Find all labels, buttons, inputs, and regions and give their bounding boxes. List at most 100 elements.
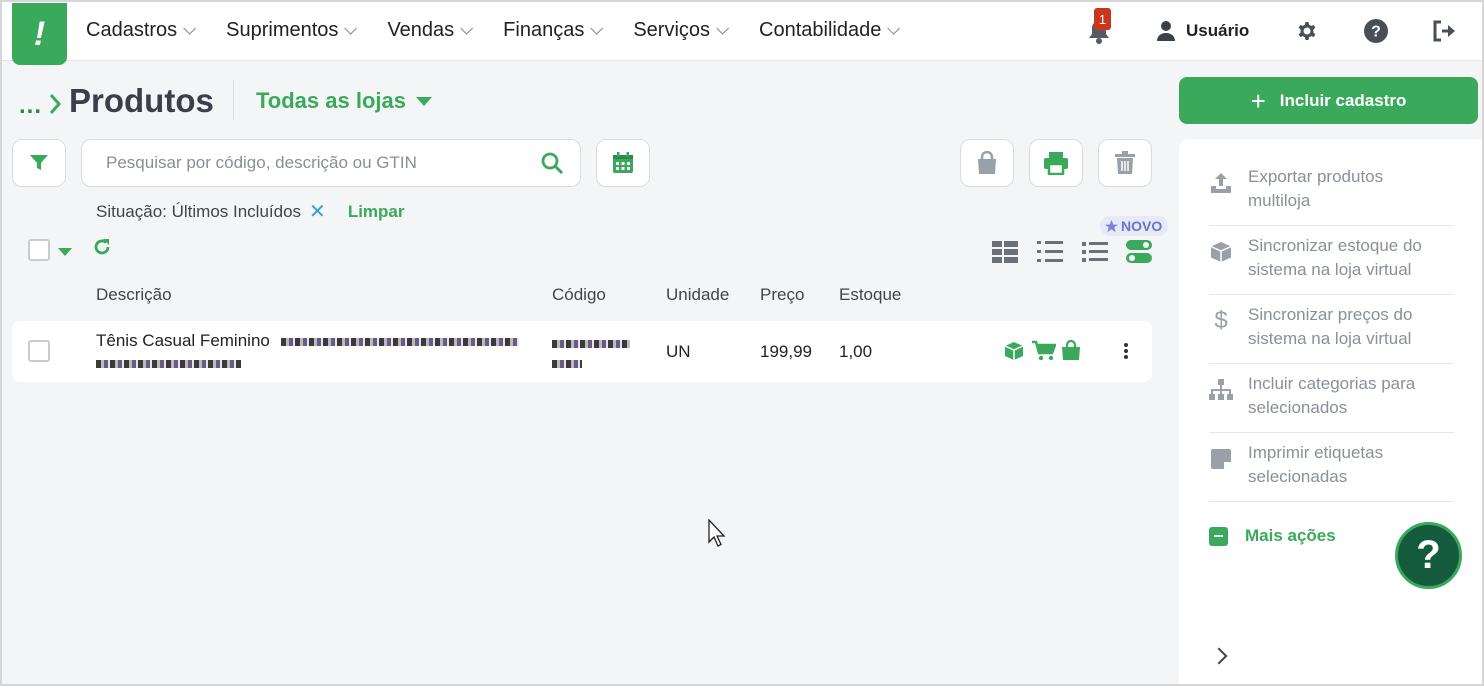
box-icon[interactable] (1004, 341, 1024, 361)
actions-panel: Exportar produtos multiloja Sincronizar … (1179, 139, 1484, 686)
action-export-multistore[interactable]: Exportar produtos multiloja (1209, 157, 1453, 226)
search-input[interactable] (106, 153, 526, 173)
caret-down-icon[interactable] (57, 247, 73, 257)
chevron-down-icon (344, 22, 358, 35)
star-icon (1105, 219, 1118, 232)
remove-filter-icon[interactable]: ✕ (309, 199, 326, 224)
nav-cadastros[interactable]: Cadastros (86, 19, 197, 42)
filter-icon (30, 155, 48, 170)
product-unit: UN (666, 342, 691, 361)
active-filter-label: Situação: Últimos Incluídos (96, 201, 302, 221)
product-description[interactable]: Tênis Casual Feminino (96, 330, 536, 374)
column-header-unit[interactable]: Unidade (666, 285, 729, 305)
nav-label: Cadastros (86, 19, 178, 41)
calendar-icon (613, 152, 633, 173)
redacted-text (552, 359, 582, 368)
product-price: 199,99 (760, 342, 812, 361)
breadcrumb-chevron-icon (49, 94, 62, 114)
action-label: Incluir categorias para selecionados (1248, 374, 1416, 417)
nav-label: Vendas (387, 19, 455, 41)
breadcrumb[interactable]: ... (19, 92, 42, 120)
nav-vendas[interactable]: Vendas (387, 19, 474, 42)
nav-label: Finanças (503, 19, 585, 41)
nav-servicos[interactable]: Serviços (633, 19, 730, 42)
sign-out-icon (1433, 20, 1455, 42)
shopping-cart-icon[interactable] (1032, 340, 1056, 362)
gear-icon (1298, 22, 1316, 40)
nav-suprimentos[interactable]: Suprimentos (226, 19, 358, 42)
add-record-button[interactable]: + Incluir cadastro (1179, 77, 1478, 124)
toggle-view-icon[interactable] (1126, 239, 1152, 265)
user-menu[interactable]: Usuário (1156, 18, 1249, 44)
column-header-stock[interactable]: Estoque (839, 285, 901, 305)
help-chat-button[interactable]: ? (1395, 522, 1462, 589)
print-button[interactable] (1029, 139, 1083, 187)
page-title: Produtos (69, 82, 214, 119)
shopping-bag-icon (978, 151, 996, 174)
dollar-icon: $ (1214, 307, 1228, 334)
breadcrumb-label[interactable]: ... (19, 92, 42, 119)
upload-icon (1209, 171, 1233, 195)
compact-list-view-icon[interactable] (1082, 241, 1108, 263)
action-sync-stock[interactable]: Sincronizar estoque do sistema na loja v… (1209, 226, 1453, 295)
shopping-bag-button[interactable] (960, 139, 1014, 187)
action-label: Exportar produtos multiloja (1248, 167, 1384, 210)
divider (233, 80, 234, 120)
list-view-icon[interactable] (1037, 241, 1063, 263)
more-actions-toggle[interactable]: Mais ações (1209, 526, 1336, 546)
chevron-down-icon (183, 22, 197, 35)
column-header-price[interactable]: Preço (760, 285, 804, 305)
store-selector-label: Todas as lojas (256, 88, 406, 113)
nav-contabilidade[interactable]: Contabilidade (759, 19, 901, 42)
add-record-label: Incluir cadastro (1279, 90, 1407, 110)
more-vertical-icon[interactable] (1123, 342, 1129, 360)
filter-button[interactable] (12, 139, 66, 187)
column-header-code[interactable]: Código (552, 285, 606, 305)
help-button[interactable]: ? (1363, 18, 1389, 44)
action-print-labels[interactable]: Imprimir etiquetas selecionadas (1209, 433, 1453, 502)
product-code (552, 333, 632, 373)
nav-label: Contabilidade (759, 19, 882, 41)
product-name: Tênis Casual Feminino (96, 331, 270, 350)
print-icon (1044, 152, 1068, 175)
top-navbar: ! Cadastros Suprimentos Vendas Finanças … (0, 0, 1484, 65)
shopping-bag-icon[interactable] (1061, 340, 1081, 361)
more-actions-label: Mais ações (1245, 526, 1336, 545)
app-logo[interactable]: ! (12, 3, 67, 65)
nav-financas[interactable]: Finanças (503, 19, 604, 42)
delete-button[interactable] (1098, 139, 1152, 187)
caret-down-icon (415, 96, 432, 106)
sticky-note-icon (1209, 447, 1233, 471)
row-checkbox[interactable] (28, 340, 50, 362)
settings-button[interactable] (1294, 18, 1320, 44)
product-stock: 1,00 (839, 342, 873, 361)
svg-text:?: ? (1371, 24, 1381, 41)
action-sync-prices[interactable]: $ Sincronizar preços do sistema na loja … (1209, 295, 1453, 364)
question-circle-icon: ? (1364, 19, 1388, 43)
search-box (81, 139, 581, 187)
date-filter-button[interactable] (596, 139, 650, 187)
chevron-down-icon (590, 22, 604, 35)
action-label: Imprimir etiquetas selecionadas (1248, 443, 1384, 486)
minus-square-icon (1209, 526, 1228, 546)
user-label: Usuário (1186, 21, 1250, 40)
column-header-description[interactable]: Descrição (96, 285, 172, 305)
nav-label: Serviços (633, 19, 711, 41)
sitemap-icon (1209, 378, 1233, 402)
store-selector[interactable]: Todas as lojas (256, 88, 432, 114)
chevron-down-icon (460, 22, 474, 35)
active-filter: Situação: Últimos Incluídos ✕ Limpar (96, 199, 405, 224)
new-feature-badge: NOVO (1100, 216, 1169, 236)
action-add-categories[interactable]: Incluir categorias para selecionados (1209, 364, 1453, 433)
refresh-icon[interactable] (92, 237, 112, 257)
logout-button[interactable] (1431, 18, 1459, 44)
search-icon[interactable] (540, 151, 564, 175)
table-row[interactable]: Tênis Casual Feminino UN 199,99 1,00 (12, 321, 1152, 382)
select-all-checkbox[interactable] (28, 239, 50, 261)
user-icon (1157, 21, 1175, 41)
clear-filters-link[interactable]: Limpar (348, 202, 405, 222)
notification-badge: 1 (1094, 8, 1111, 30)
action-label: Sincronizar preços do sistema na loja vi… (1248, 305, 1413, 348)
grid-view-icon[interactable] (992, 241, 1018, 263)
new-badge-label: NOVO (1121, 218, 1163, 234)
